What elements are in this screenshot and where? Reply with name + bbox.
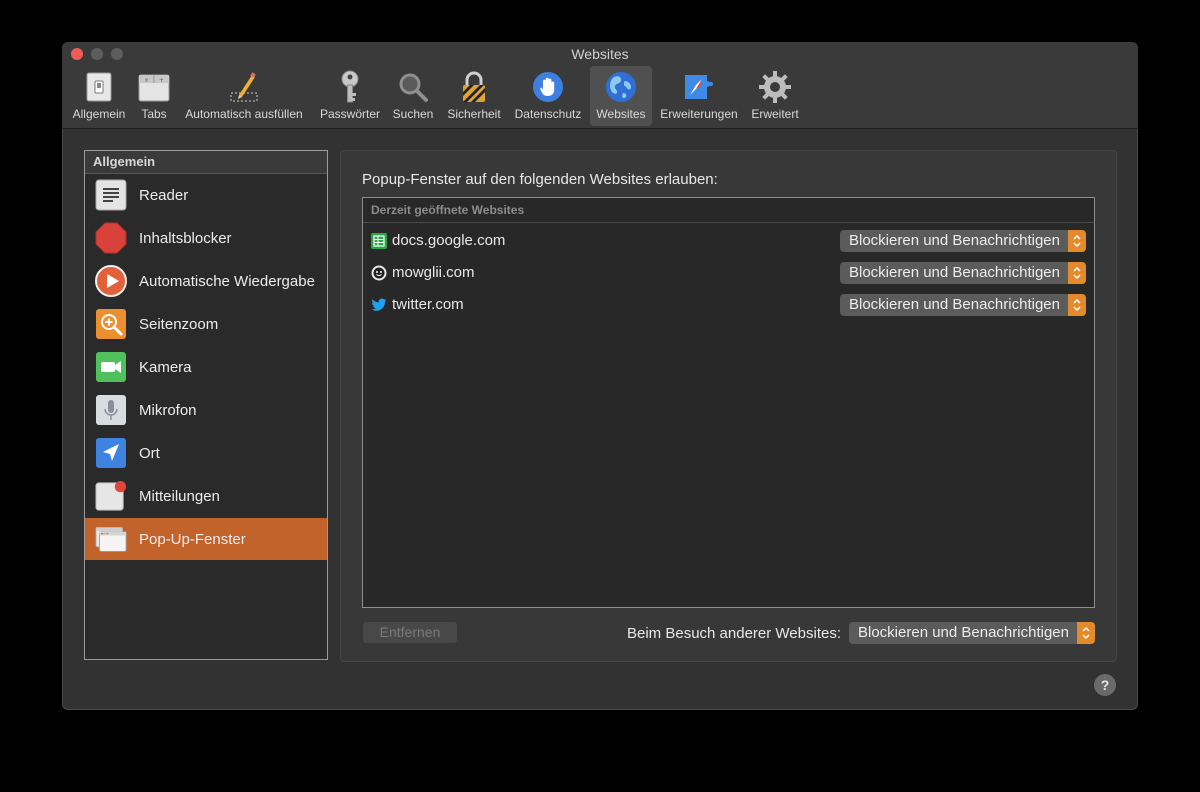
site-name: docs.google.com: [392, 232, 506, 249]
tab-allgemein[interactable]: Allgemein: [68, 66, 130, 126]
zoom-icon: [95, 308, 127, 340]
tab-label: Automatisch ausfüllen: [185, 107, 303, 121]
websites-panel: Popup-Fenster auf den folgenden Websites…: [340, 150, 1117, 662]
popup-setting-select[interactable]: Blockieren und Benachrichtigen: [840, 262, 1086, 284]
tab-tabs[interactable]: × + Tabs: [134, 66, 174, 126]
sidebar-item-label: Reader: [139, 186, 189, 204]
magnifier-icon: [396, 70, 430, 104]
mowglii-icon: [371, 265, 387, 281]
window-title: Websites: [571, 46, 629, 62]
chevron-up-down-icon: [1068, 262, 1086, 284]
table-row[interactable]: docs.google.com Blockieren und Benachric…: [363, 226, 1094, 256]
tab-extensions[interactable]: Erweiterungen: [656, 66, 742, 126]
globe-icon: [604, 70, 638, 104]
microphone-icon: [95, 394, 127, 426]
tab-label: Suchen: [392, 107, 434, 121]
tab-websites[interactable]: Websites: [590, 66, 652, 126]
general-switch-icon: [82, 70, 116, 104]
sidebar-item-label: Mikrofon: [139, 401, 197, 419]
lock-icon: [457, 70, 491, 104]
select-value: Blockieren und Benachrichtigen: [849, 264, 1060, 281]
tab-security[interactable]: Sicherheit: [442, 66, 506, 126]
reader-icon: [95, 179, 127, 211]
sidebar-item-label: Seitenzoom: [139, 315, 219, 333]
table-header: Derzeit geöffnete Websites: [363, 198, 1094, 223]
tab-label: Erweiterungen: [660, 107, 738, 121]
sidebar-item-microphone[interactable]: Mikrofon: [85, 389, 327, 431]
panel-heading: Popup-Fenster auf den folgenden Websites…: [362, 171, 718, 188]
google-sheets-icon: [371, 233, 387, 249]
sidebar-item-label: Mitteilungen: [139, 487, 220, 505]
tab-label: Sicherheit: [447, 107, 501, 121]
puzzle-compass-icon: [682, 70, 716, 104]
sidebar-item-label: Inhaltsblocker: [139, 229, 232, 247]
sidebar-item-label: Ort: [139, 444, 160, 462]
tab-label: Tabs: [141, 107, 167, 121]
tab-advanced[interactable]: Erweitert: [746, 66, 804, 126]
tab-search[interactable]: Suchen: [388, 66, 438, 126]
popup-setting-select[interactable]: Blockieren und Benachrichtigen: [840, 230, 1086, 252]
sidebar-item-content-blockers[interactable]: Inhaltsblocker: [85, 217, 327, 259]
tab-label: Websites: [596, 107, 646, 121]
title-bar: Websites Allgemein × + Tabs Automatisch a…: [62, 42, 1138, 129]
hand-icon: [531, 70, 565, 104]
tabs-icon: × +: [137, 70, 171, 104]
sidebar-item-reader[interactable]: Reader: [85, 174, 327, 216]
tab-label: Datenschutz: [514, 107, 582, 121]
table-row[interactable]: twitter.com Blockieren und Benachrichtig…: [363, 290, 1094, 320]
select-value: Blockieren und Benachrichtigen: [849, 296, 1060, 313]
remove-button[interactable]: Entfernen: [363, 622, 457, 643]
sidebar-item-label: Kamera: [139, 358, 192, 376]
tab-label: Erweitert: [751, 107, 799, 121]
notifications-icon: [95, 480, 127, 512]
tab-label: Passwörter: [319, 107, 381, 121]
tab-passwords[interactable]: Passwörter: [316, 66, 384, 126]
twitter-bird-icon: [371, 297, 387, 313]
svg-text:×: ×: [144, 77, 149, 84]
tab-privacy[interactable]: Datenschutz: [510, 66, 586, 126]
tab-autofill[interactable]: Automatisch ausfüllen: [178, 66, 310, 126]
play-icon: [95, 265, 127, 297]
sidebar-item-label: Automatische Wiedergabe: [139, 272, 315, 290]
chevron-up-down-icon: [1077, 622, 1095, 644]
sidebar-item-label: Pop-Up-Fenster: [139, 530, 246, 548]
gear-icon: [758, 70, 792, 104]
key-icon: [333, 70, 367, 104]
sidebar-item-page-zoom[interactable]: Seitenzoom: [85, 303, 327, 345]
chevron-up-down-icon: [1068, 294, 1086, 316]
site-name: twitter.com: [392, 296, 464, 313]
tab-label: Allgemein: [72, 107, 126, 121]
sidebar-item-notifications[interactable]: Mitteilungen: [85, 475, 327, 517]
chevron-up-down-icon: [1068, 230, 1086, 252]
table-row[interactable]: mowglii.com Blockieren und Benachrichtig…: [363, 258, 1094, 288]
select-value: Blockieren und Benachrichtigen: [858, 624, 1069, 641]
camera-icon: [95, 351, 127, 383]
sidebar-item-camera[interactable]: Kamera: [85, 346, 327, 388]
help-button[interactable]: ?: [1094, 674, 1116, 696]
svg-text:+: +: [159, 77, 164, 84]
websites-table[interactable]: Derzeit geöffnete Websites docs.google.c…: [362, 197, 1095, 608]
select-value: Blockieren und Benachrichtigen: [849, 232, 1060, 249]
pencil-icon: [227, 70, 261, 104]
other-websites-label: Beim Besuch anderer Websites:: [627, 625, 841, 642]
preferences-window: Websites Allgemein × + Tabs Automatisch a…: [62, 42, 1138, 710]
stop-sign-icon: [95, 222, 127, 254]
site-name: mowglii.com: [392, 264, 475, 281]
sidebar-item-location[interactable]: Ort: [85, 432, 327, 474]
other-websites-select[interactable]: Blockieren und Benachrichtigen: [849, 622, 1095, 644]
popup-windows-icon: [95, 523, 127, 555]
sidebar-item-autoplay[interactable]: Automatische Wiedergabe: [85, 260, 327, 302]
sidebar: Allgemein Reader Inhaltsblocker Automati…: [84, 150, 328, 660]
sidebar-header: Allgemein: [85, 151, 327, 174]
popup-setting-select[interactable]: Blockieren und Benachrichtigen: [840, 294, 1086, 316]
sidebar-item-popup-windows[interactable]: Pop-Up-Fenster: [85, 518, 327, 560]
location-icon: [95, 437, 127, 469]
